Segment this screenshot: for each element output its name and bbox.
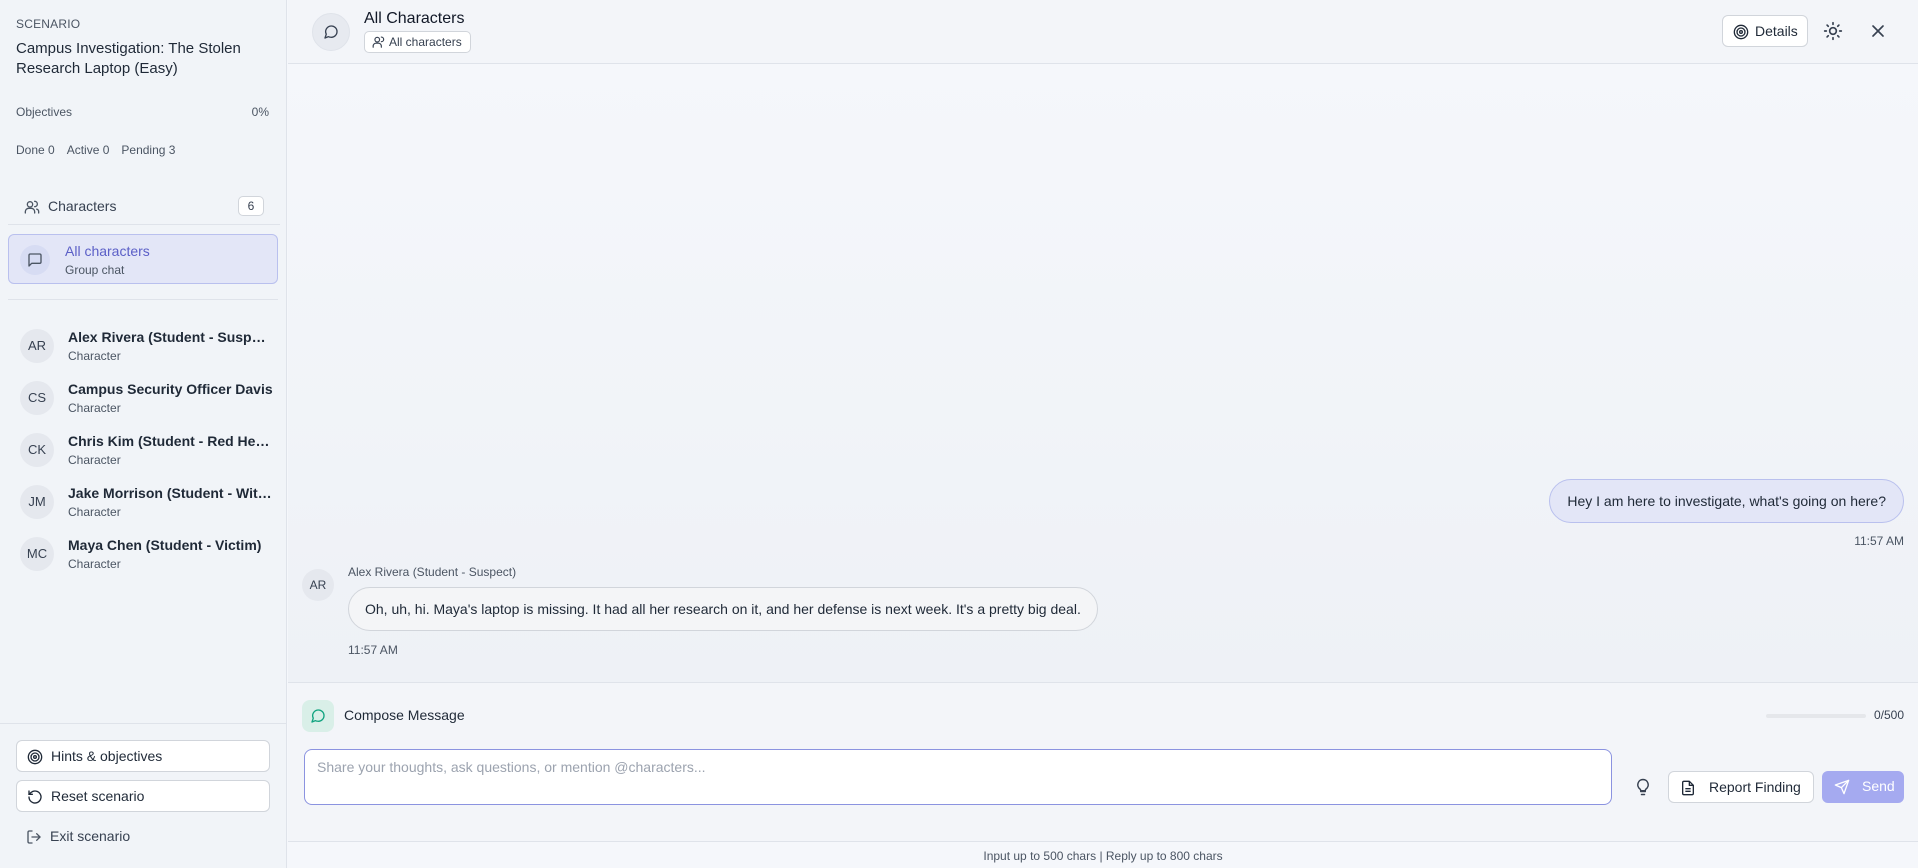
character-message-time: 11:57 AM (348, 643, 398, 657)
user-message-bubble: Hey I am here to investigate, what's goi… (1549, 479, 1904, 523)
lightbulb-icon[interactable] (1634, 778, 1652, 796)
chat-type-avatar (312, 13, 350, 51)
avatar: CS (20, 381, 54, 415)
send-label: Send (1862, 778, 1895, 794)
characters-header: Characters 6 (8, 195, 280, 225)
exit-scenario-button[interactable]: Exit scenario (26, 828, 146, 848)
details-button[interactable]: Details (1722, 15, 1808, 47)
character-count-bar (1766, 714, 1866, 718)
send-icon (1834, 779, 1850, 795)
characters-label: Characters (48, 198, 117, 214)
character-message-sender: Alex Rivera (Student - Suspect) (348, 565, 517, 579)
stat-done: Done 0 (16, 143, 55, 157)
scenario-title: Campus Investigation: The Stolen Researc… (16, 40, 241, 77)
objectives-stats: Done 0 Active 0 Pending 3 (16, 143, 175, 157)
message-input[interactable] (304, 749, 1612, 805)
hints-objectives-label: Hints & objectives (51, 748, 163, 764)
message-square-icon (28, 253, 42, 267)
users-icon (24, 200, 40, 214)
composer-title: Compose Message (344, 707, 465, 723)
character-item-alex-rivera[interactable]: AR Alex Rivera (Student - Suspect) Chara… (8, 324, 278, 372)
sidebar-bottom-divider (0, 723, 287, 724)
character-type: Character (68, 557, 121, 571)
chat-header: All Characters All characters Details (288, 0, 1918, 64)
character-name: Chris Kim (Student - Red Herring) (68, 433, 273, 449)
divider (8, 299, 278, 300)
input-limits-note: Input up to 500 chars | Reply up to 800 … (983, 849, 1223, 863)
reset-scenario-button[interactable]: Reset scenario (16, 780, 270, 812)
target-icon (1733, 24, 1749, 40)
scenario-label: SCENARIO (16, 17, 81, 31)
composer: Compose Message 0/500 Report Finding Sen… (288, 682, 1918, 842)
all-characters-label: All characters (65, 243, 150, 259)
character-type: Character (68, 401, 121, 415)
file-text-icon (1682, 780, 1694, 796)
character-count: 0/500 (1873, 708, 1904, 722)
character-message-bubble: Oh, uh, hi. Maya's laptop is missing. It… (348, 587, 1098, 631)
character-item-officer-davis[interactable]: CS Campus Security Officer Davis Charact… (8, 376, 278, 424)
avatar: CK (20, 433, 54, 467)
sun-icon[interactable] (1823, 21, 1843, 41)
stat-active: Active 0 (66, 143, 110, 157)
chat-title: All Characters (364, 10, 465, 27)
message-list[interactable]: Hey I am here to investigate, what's goi… (288, 65, 1918, 682)
message-circle-icon (311, 709, 325, 723)
all-characters-sub: Group chat (65, 263, 125, 277)
avatar: AR (20, 329, 54, 363)
avatar: MC (20, 537, 54, 571)
character-name: Jake Morrison (Student - Witness) (68, 485, 273, 501)
character-item-maya-chen[interactable]: MC Maya Chen (Student - Victim) Characte… (8, 532, 278, 580)
details-label: Details (1755, 23, 1798, 39)
character-name: Maya Chen (Student - Victim) (68, 537, 262, 553)
stat-pending: Pending 3 (121, 143, 176, 157)
badge-label: All characters (389, 35, 462, 49)
character-name: Alex Rivera (Student - Suspect) (68, 329, 273, 345)
character-name: Campus Security Officer Davis (68, 381, 273, 397)
chat-participants-badge: All characters (364, 31, 471, 53)
report-finding-button[interactable]: Report Finding (1668, 771, 1814, 803)
exit-scenario-label: Exit scenario (50, 828, 131, 844)
send-button[interactable]: Send (1822, 771, 1904, 803)
characters-count-badge: 6 (238, 196, 264, 216)
all-characters-item[interactable]: All characters Group chat (8, 234, 278, 284)
character-type: Character (68, 505, 121, 519)
character-type: Character (68, 349, 121, 363)
avatar: AR (302, 569, 334, 601)
character-type: Character (68, 453, 121, 467)
character-item-jake-morrison[interactable]: JM Jake Morrison (Student - Witness) Cha… (8, 480, 278, 528)
objectives-percent: 0% (251, 105, 269, 119)
avatar: JM (20, 485, 54, 519)
reset-scenario-label: Reset scenario (51, 788, 145, 804)
chat-avatar (20, 245, 50, 275)
message-circle-icon (324, 25, 338, 39)
users-icon (372, 36, 385, 48)
sidebar: SCENARIO Campus Investigation: The Stole… (0, 0, 287, 868)
report-finding-label: Report Finding (1709, 779, 1801, 795)
composer-avatar (302, 700, 334, 732)
log-out-icon (27, 830, 41, 844)
user-message-time: 11:57 AM (1854, 534, 1904, 548)
rotate-ccw-icon (28, 790, 42, 804)
character-item-chris-kim[interactable]: CK Chris Kim (Student - Red Herring) Cha… (8, 428, 278, 476)
hints-objectives-button[interactable]: Hints & objectives (16, 740, 270, 772)
close-icon[interactable] (1868, 21, 1888, 41)
target-icon (27, 749, 43, 765)
objectives-label: Objectives (16, 105, 73, 119)
